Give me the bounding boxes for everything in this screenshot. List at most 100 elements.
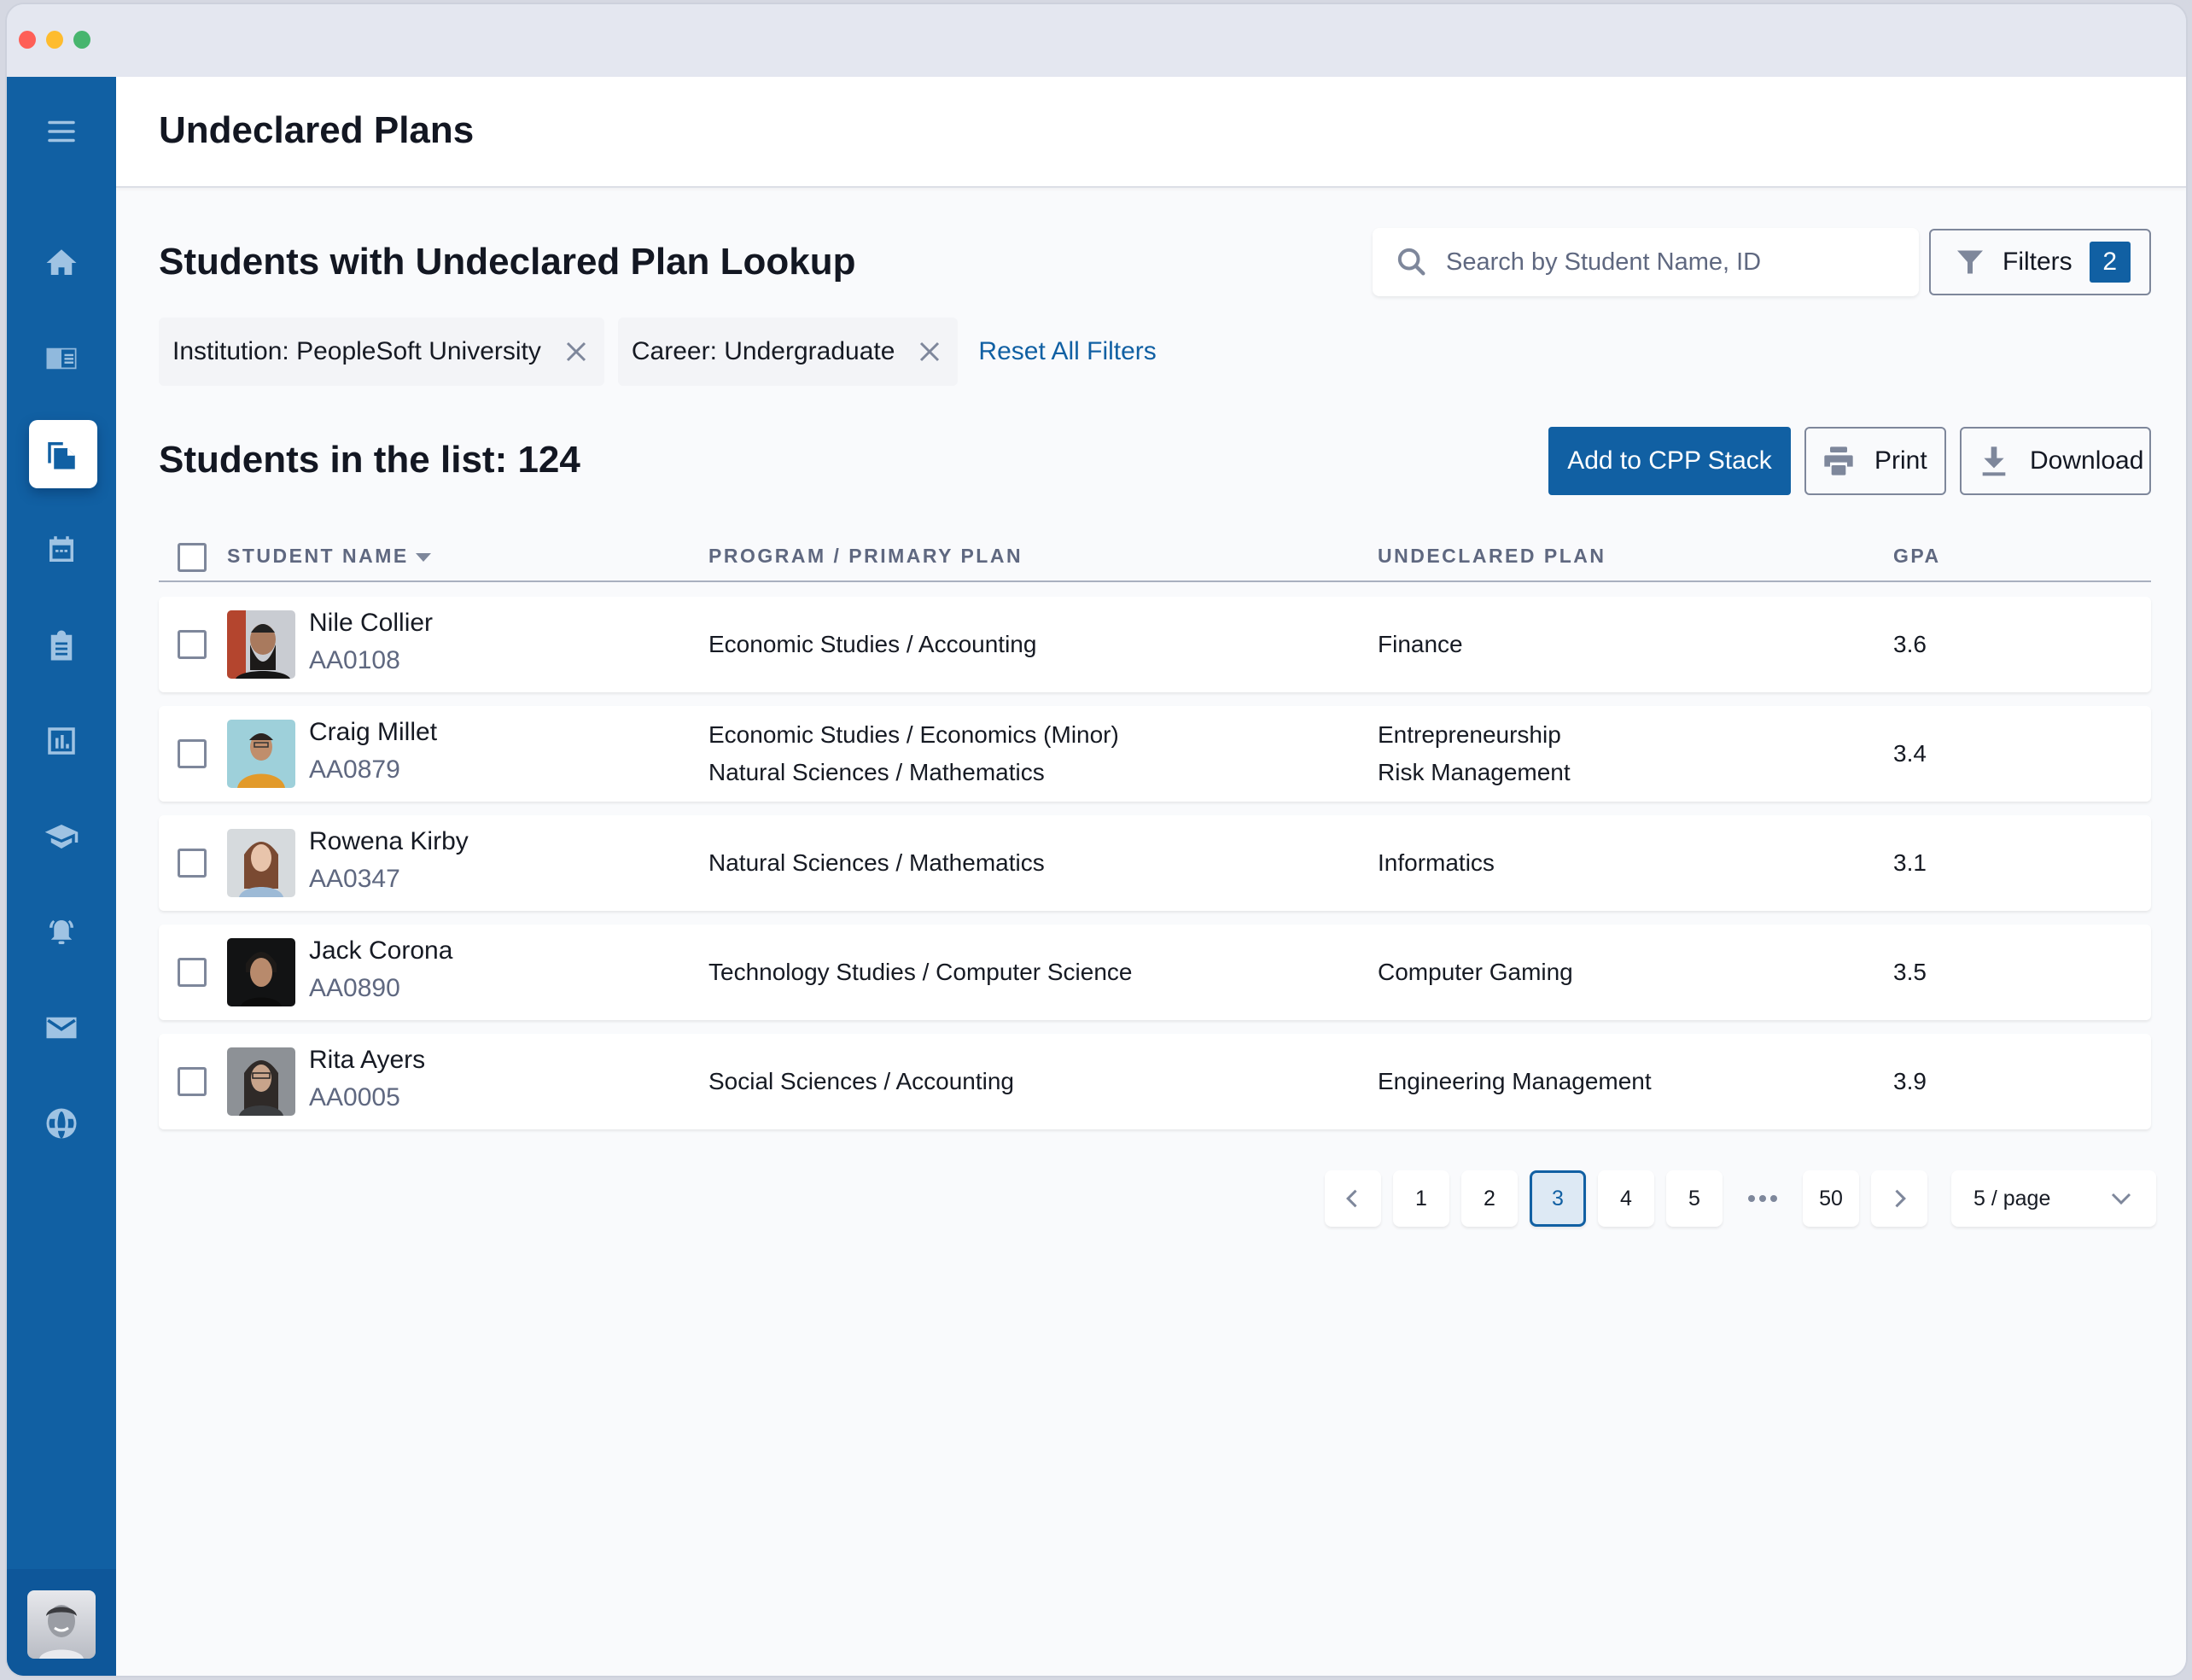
table-row[interactable]: Rita Ayers AA0005 Social Sciences / Acco…: [159, 1034, 2151, 1129]
column-header-program: PROGRAM / PRIMARY PLAN: [708, 545, 1023, 567]
table-row[interactable]: Jack Corona AA0890 Technology Studies / …: [159, 925, 2151, 1020]
gpa-value: 3.4: [1893, 740, 1927, 767]
sidebar-item-global[interactable]: [7, 1089, 116, 1158]
page-title: Undeclared Plans: [159, 109, 475, 151]
student-photo-icon: [227, 720, 295, 788]
student-photo-icon: [227, 1047, 295, 1116]
sidebar: [7, 77, 116, 1676]
sidebar-item-messages[interactable]: [7, 994, 116, 1062]
row-checkbox[interactable]: [178, 1067, 207, 1096]
student-name[interactable]: Nile Collier: [309, 609, 433, 638]
filter-chip-career: Career: Undergraduate: [617, 318, 959, 386]
page-header: Undeclared Plans: [116, 77, 2186, 188]
minimize-window-button[interactable]: [46, 31, 63, 49]
program-plan: Social Sciences / Accounting: [708, 1068, 1014, 1094]
sidebar-item-academics[interactable]: [7, 802, 116, 871]
per-page-select[interactable]: 5 / page: [1951, 1170, 2156, 1227]
filter-chip-institution: Institution: PeopleSoft University: [159, 318, 604, 386]
maximize-window-button[interactable]: [73, 31, 90, 49]
student-name[interactable]: Jack Corona: [309, 936, 452, 965]
column-header-student-name[interactable]: STUDENT NAME: [227, 545, 431, 568]
graduation-cap-icon: [44, 825, 79, 849]
table-row[interactable]: Rowena Kirby AA0347 Natural Sciences / M…: [159, 815, 2151, 911]
close-icon[interactable]: [563, 339, 589, 365]
filters-button[interactable]: Filters 2: [1929, 229, 2151, 295]
sidebar-item-reports[interactable]: [7, 707, 116, 775]
student-avatar: [227, 720, 295, 788]
more-pages-ellipsis-icon[interactable]: [1734, 1170, 1791, 1227]
page-button-4[interactable]: 4: [1598, 1170, 1654, 1227]
sidebar-item-alerts[interactable]: [7, 898, 116, 966]
undeclared-plan-line: Risk Management: [1378, 759, 1571, 785]
home-icon: [46, 249, 77, 275]
print-button[interactable]: Print: [1804, 427, 1946, 495]
envelope-icon: [46, 1017, 77, 1039]
prev-page-button[interactable]: [1325, 1170, 1381, 1227]
chevron-down-icon: [2111, 1193, 2131, 1205]
close-window-button[interactable]: [19, 31, 36, 49]
search-box[interactable]: [1373, 228, 1919, 296]
program-plan-line: Economic Studies / Economics (Minor): [708, 721, 1119, 748]
bar-chart-icon: [48, 727, 75, 755]
next-page-button[interactable]: [1871, 1170, 1927, 1227]
row-checkbox[interactable]: [178, 739, 207, 768]
sidebar-footer: [7, 1569, 116, 1676]
page-button-1[interactable]: 1: [1393, 1170, 1449, 1227]
student-id: AA0890: [309, 974, 400, 1002]
add-to-cpp-stack-button[interactable]: Add to CPP Stack: [1548, 427, 1791, 495]
undeclared-plan: Entrepreneurship Risk Management: [1378, 716, 1571, 791]
menu-button[interactable]: [7, 97, 116, 166]
undeclared-plan-line: Entrepreneurship: [1378, 721, 1561, 748]
sidebar-item-documents[interactable]: [7, 420, 116, 488]
table-header: STUDENT NAME PROGRAM / PRIMARY PLAN UNDE…: [159, 538, 2151, 582]
page-button-5[interactable]: 5: [1666, 1170, 1723, 1227]
student-name[interactable]: Rowena Kirby: [309, 827, 469, 856]
gpa-value: 3.1: [1893, 849, 1927, 876]
title-bar: [7, 4, 2186, 77]
undeclared-plan: Informatics: [1378, 849, 1495, 876]
sidebar-item-home[interactable]: [7, 229, 116, 297]
page-button-last[interactable]: 50: [1803, 1170, 1859, 1227]
filter-chip-label: Career: Undergraduate: [631, 337, 895, 365]
student-name[interactable]: Craig Millet: [309, 718, 437, 747]
program-plan: Economic Studies / Economics (Minor) Nat…: [708, 716, 1119, 791]
row-checkbox[interactable]: [178, 849, 207, 878]
student-avatar: [227, 938, 295, 1006]
student-id: AA0108: [309, 646, 400, 674]
filter-funnel-icon: [1957, 250, 1983, 274]
chevron-left-icon: [1346, 1189, 1357, 1208]
page-button-2[interactable]: 2: [1461, 1170, 1518, 1227]
student-name[interactable]: Rita Ayers: [309, 1046, 425, 1075]
reset-filters-link[interactable]: Reset All Filters: [978, 337, 1156, 366]
calendar-icon: [50, 536, 73, 562]
search-input[interactable]: [1446, 248, 1907, 277]
page-button-3-current[interactable]: 3: [1530, 1170, 1586, 1227]
program-plan: Technology Studies / Computer Science: [708, 959, 1133, 985]
row-checkbox[interactable]: [178, 958, 207, 987]
undeclared-plan: Engineering Management: [1378, 1068, 1652, 1094]
sidebar-item-calendar[interactable]: [7, 516, 116, 584]
sidebar-item-catalog[interactable]: [7, 324, 116, 393]
print-label: Print: [1874, 446, 1927, 475]
download-icon: [1982, 446, 2006, 476]
sort-desc-icon[interactable]: [415, 552, 431, 562]
row-checkbox[interactable]: [178, 630, 207, 659]
select-all-checkbox[interactable]: [178, 543, 207, 572]
filters-count-badge: 2: [2089, 242, 2131, 283]
filters-label: Filters: [2003, 248, 2072, 276]
download-label: Download: [2030, 446, 2144, 475]
sidebar-item-clipboard[interactable]: [7, 611, 116, 680]
table-row[interactable]: Nile Collier AA0108 Economic Studies / A…: [159, 597, 2151, 692]
hamburger-menu-icon: [48, 120, 75, 143]
program-plan: Economic Studies / Accounting: [708, 631, 1037, 657]
student-id: AA0005: [309, 1083, 400, 1111]
per-page-value: 5 / page: [1973, 1186, 2051, 1210]
student-photo-icon: [227, 938, 295, 1006]
user-avatar[interactable]: [27, 1590, 96, 1659]
download-button[interactable]: Download: [1960, 427, 2151, 495]
lookup-title: Students with Undeclared Plan Lookup: [159, 241, 856, 283]
table-row[interactable]: Craig Millet AA0879 Economic Studies / E…: [159, 706, 2151, 802]
search-icon: [1397, 248, 1425, 276]
close-icon[interactable]: [917, 339, 942, 365]
main-content: Undeclared Plans Students with Undeclare…: [116, 77, 2186, 1676]
